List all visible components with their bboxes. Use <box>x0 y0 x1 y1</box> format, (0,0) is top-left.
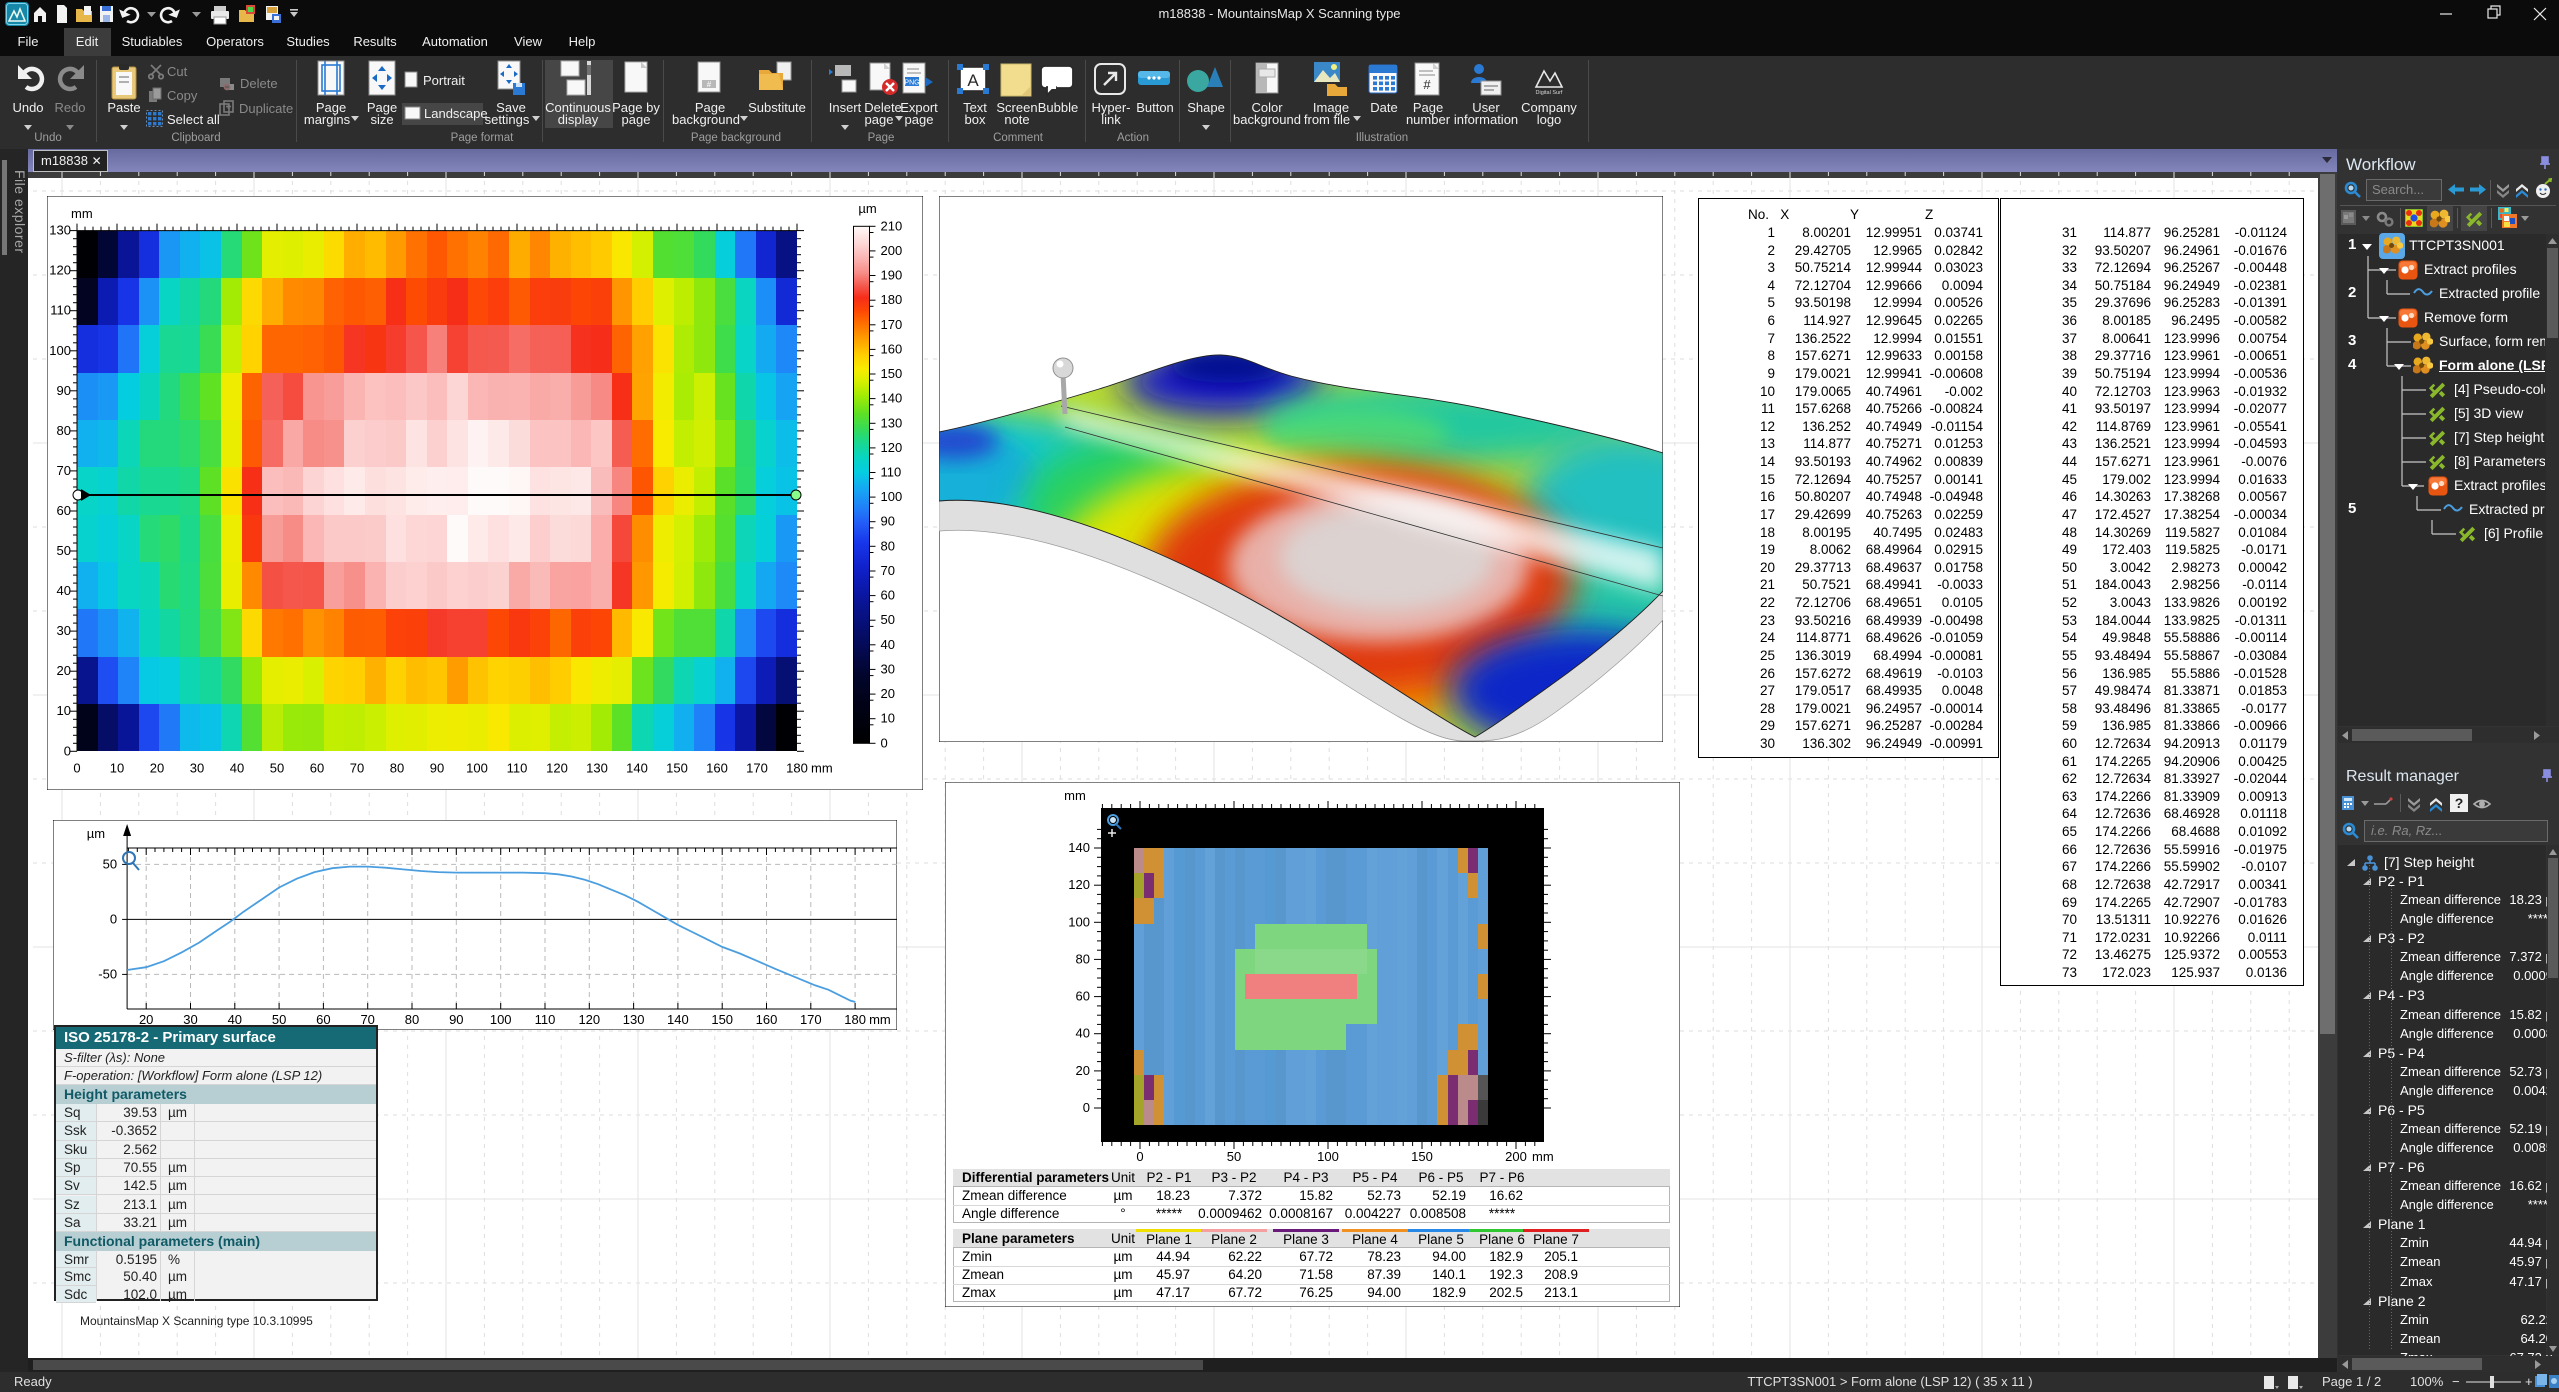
svg-text:140: 140 <box>667 1012 689 1027</box>
svg-text:60: 60 <box>881 588 895 603</box>
svg-text:mm: mm <box>811 760 833 775</box>
svg-text:30: 30 <box>57 623 71 638</box>
svg-text:80: 80 <box>1076 951 1090 966</box>
svg-text:30: 30 <box>881 661 895 676</box>
svg-text:50: 50 <box>57 543 71 558</box>
svg-text:180: 180 <box>786 760 808 775</box>
svg-text:90: 90 <box>57 383 71 398</box>
svg-text:200: 200 <box>1505 1149 1527 1164</box>
svg-text:120: 120 <box>578 1012 600 1027</box>
svg-text:80: 80 <box>57 423 71 438</box>
svg-text:Digital Surf: Digital Surf <box>1536 90 1563 96</box>
svg-text:180: 180 <box>844 1012 866 1027</box>
svg-text:140: 140 <box>881 391 903 406</box>
svg-text:100: 100 <box>1317 1149 1339 1164</box>
svg-text:90: 90 <box>430 760 444 775</box>
svg-text:150: 150 <box>666 760 688 775</box>
svg-text:mm: mm <box>1532 1149 1554 1164</box>
svg-text:0: 0 <box>1136 1149 1143 1164</box>
svg-text:120: 120 <box>1068 877 1090 892</box>
svg-text:160: 160 <box>706 760 728 775</box>
svg-text:40: 40 <box>881 637 895 652</box>
svg-text:60: 60 <box>1076 989 1090 1004</box>
svg-text:10: 10 <box>881 711 895 726</box>
svg-text:100: 100 <box>49 343 71 358</box>
svg-text:50: 50 <box>270 760 284 775</box>
svg-text:20: 20 <box>57 663 71 678</box>
svg-text:70: 70 <box>881 563 895 578</box>
svg-text:130: 130 <box>586 760 608 775</box>
svg-text:130: 130 <box>49 223 71 238</box>
svg-text:#: # <box>707 80 712 89</box>
svg-text:mm: mm <box>71 206 93 221</box>
svg-text:0: 0 <box>64 743 71 758</box>
svg-text:160: 160 <box>756 1012 778 1027</box>
svg-text:20: 20 <box>1076 1063 1090 1078</box>
svg-text:0: 0 <box>110 911 117 926</box>
svg-text:90: 90 <box>881 514 895 529</box>
svg-text:130: 130 <box>881 415 903 430</box>
svg-text:120: 120 <box>546 760 568 775</box>
svg-text:80: 80 <box>405 1012 419 1027</box>
svg-text:50: 50 <box>881 612 895 627</box>
svg-text:100: 100 <box>881 489 903 504</box>
svg-text:150: 150 <box>1411 1149 1433 1164</box>
svg-text:200: 200 <box>881 243 903 258</box>
svg-text:170: 170 <box>746 760 768 775</box>
svg-text:10: 10 <box>110 760 124 775</box>
svg-text:140: 140 <box>1068 840 1090 855</box>
svg-text:80: 80 <box>881 538 895 553</box>
svg-text:40: 40 <box>1076 1026 1090 1041</box>
svg-text:160: 160 <box>881 341 903 356</box>
svg-text:70: 70 <box>350 760 364 775</box>
svg-text:90: 90 <box>449 1012 463 1027</box>
svg-text:µm: µm <box>858 201 876 216</box>
svg-text:130: 130 <box>623 1012 645 1027</box>
svg-text:30: 30 <box>190 760 204 775</box>
svg-text:110: 110 <box>507 760 528 775</box>
svg-text:150: 150 <box>711 1012 733 1027</box>
svg-text:50: 50 <box>103 856 117 871</box>
svg-text:-50: -50 <box>98 966 117 981</box>
svg-text:170: 170 <box>800 1012 822 1027</box>
svg-text:PNG: PNG <box>904 80 919 87</box>
svg-text:120: 120 <box>881 440 903 455</box>
svg-text:170: 170 <box>881 317 903 332</box>
svg-text:70: 70 <box>57 463 71 478</box>
svg-text:100: 100 <box>1068 914 1090 929</box>
svg-text:40: 40 <box>230 760 244 775</box>
svg-text:mm: mm <box>1064 788 1086 803</box>
svg-text:0: 0 <box>73 760 80 775</box>
svg-text:50: 50 <box>1227 1149 1241 1164</box>
svg-text:100: 100 <box>466 760 488 775</box>
svg-text:180: 180 <box>881 292 903 307</box>
svg-text:110: 110 <box>881 465 902 480</box>
svg-text:110: 110 <box>535 1012 556 1027</box>
svg-text:mm: mm <box>869 1012 891 1027</box>
svg-text:60: 60 <box>310 760 324 775</box>
svg-text:80: 80 <box>390 760 404 775</box>
svg-text:190: 190 <box>881 268 903 283</box>
svg-text:110: 110 <box>50 303 71 318</box>
svg-text:40: 40 <box>57 583 71 598</box>
svg-text:0: 0 <box>881 735 888 750</box>
svg-text:100: 100 <box>490 1012 512 1027</box>
svg-text:20: 20 <box>150 760 164 775</box>
svg-text:20: 20 <box>881 686 895 701</box>
svg-text:#: # <box>1423 77 1431 92</box>
svg-text:210: 210 <box>881 218 903 233</box>
svg-text:0: 0 <box>1083 1100 1090 1115</box>
svg-text:A: A <box>967 71 979 90</box>
svg-text:120: 120 <box>49 263 71 278</box>
svg-text:150: 150 <box>881 366 903 381</box>
svg-text:10: 10 <box>57 703 71 718</box>
svg-text:60: 60 <box>57 503 71 518</box>
svg-text:140: 140 <box>626 760 648 775</box>
svg-text:µm: µm <box>87 826 105 841</box>
